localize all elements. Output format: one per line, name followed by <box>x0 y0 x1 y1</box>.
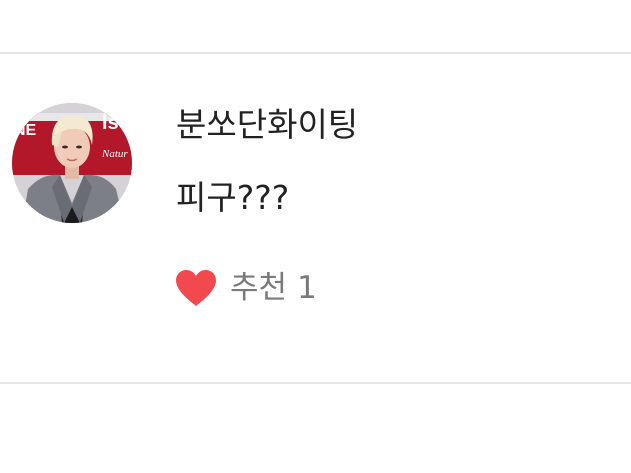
avatar[interactable]: NE ls Natur <box>12 103 132 223</box>
svg-text:Natur: Natur <box>101 148 128 160</box>
comment-text: 피구??? <box>176 178 290 217</box>
bottom-divider <box>0 382 631 384</box>
comment-item: NE ls Natur 분쏘단화이팅 피구??? 추천 1 <box>0 54 631 382</box>
like-count: 1 <box>297 270 317 306</box>
comment-author[interactable]: 분쏘단화이팅 <box>176 101 358 149</box>
svg-text:ls: ls <box>102 112 119 134</box>
avatar-photo: NE ls Natur <box>12 103 132 223</box>
heart-icon <box>176 270 216 306</box>
svg-text:NE: NE <box>14 122 37 139</box>
like-button[interactable]: 추천 1 <box>174 264 317 312</box>
heart-shape <box>176 270 216 306</box>
like-label: 추천 <box>230 270 288 306</box>
